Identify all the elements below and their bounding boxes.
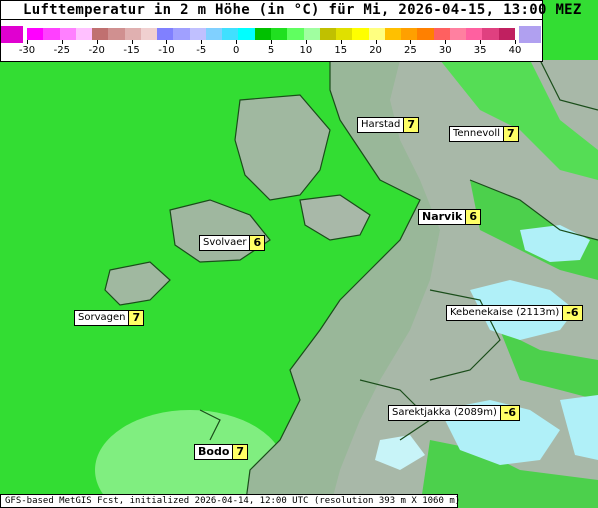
map-title: Lufttemperatur in 2 m Höhe (in °C) für M… <box>23 2 582 18</box>
scale-swatch <box>482 28 500 40</box>
scale-swatch <box>140 28 158 40</box>
station-name: Tennevoll <box>449 126 504 142</box>
station-svolvaer[interactable]: Svolvaer 6 <box>199 235 266 251</box>
scale-tick-label: -20 <box>88 45 105 56</box>
scale-swatch <box>27 28 44 40</box>
station-value: -6 <box>500 405 521 421</box>
scale-swatch <box>498 28 516 40</box>
scale-tick-label: 20 <box>369 45 382 56</box>
station-bodo[interactable]: Bodo 7 <box>194 444 249 460</box>
scale-tick-label: -5 <box>196 45 207 56</box>
scale-tick-mark <box>61 40 63 44</box>
scale-tick-mark <box>340 40 342 44</box>
station-value: 7 <box>404 117 420 133</box>
station-name: Sarektjakka (2089m) <box>388 405 501 421</box>
scale-tick-mark <box>480 40 482 44</box>
scale-swatch <box>336 28 353 40</box>
station-value: -6 <box>563 305 583 321</box>
forecast-info-bar: GFS-based MetGIS Fcst, initialized 2026-… <box>0 494 461 508</box>
scale-swatch <box>271 28 288 40</box>
station-value: 6 <box>466 209 481 225</box>
scale-tick-mark <box>410 40 412 44</box>
color-scale: -30 -25 -20 -15 -10 -5 0 5 10 15 20 25 30 35 40 <box>0 20 543 62</box>
scale-low-end <box>1 26 23 43</box>
scale-tick-mark <box>96 40 98 44</box>
scale-tick-mark <box>201 40 203 44</box>
scale-tick-label: 0 <box>232 45 240 56</box>
scale-swatch <box>433 28 451 40</box>
station-name: Kebenekaise (2113m) <box>446 305 564 321</box>
scale-tick-label: 15 <box>334 45 348 56</box>
station-narvik[interactable]: Narvik 6 <box>418 209 481 225</box>
station-value: 7 <box>233 444 249 460</box>
scale-swatch <box>222 28 239 40</box>
station-tennevoll[interactable]: Tennevoll 7 <box>449 126 519 142</box>
station-value: 7 <box>503 126 519 142</box>
scale-swatch <box>189 28 207 40</box>
scale-swatch <box>124 28 142 40</box>
scale-swatch <box>401 28 418 40</box>
scale-swatch <box>449 28 467 40</box>
station-sorvagen[interactable]: Sorvagen 7 <box>74 310 145 326</box>
scale-tick-label: 40 <box>508 45 522 56</box>
scale-swatch <box>368 28 386 40</box>
scale-tick-label: 5 <box>267 45 275 56</box>
scale-tick-label: 35 <box>473 45 487 56</box>
station-value: 6 <box>250 235 266 251</box>
scale-swatch <box>303 28 321 40</box>
scale-swatch <box>157 28 174 40</box>
scale-swatch <box>352 28 370 40</box>
scale-swatch <box>75 28 93 40</box>
scale-swatch <box>254 28 272 40</box>
scale-swatch <box>59 28 77 40</box>
scale-tick-mark <box>375 40 377 44</box>
station-name: Harstad <box>357 117 405 133</box>
scale-tick-mark <box>305 40 307 44</box>
scale-swatch <box>205 28 223 40</box>
scale-tick-label: -15 <box>123 45 140 56</box>
scale-swatch <box>238 28 256 40</box>
forecast-info: GFS-based MetGIS Fcst, initialized 2026-… <box>5 496 461 506</box>
scale-tick-label: -25 <box>53 45 71 56</box>
scale-swatch <box>287 28 305 40</box>
station-kebenekaise[interactable]: Kebenekaise (2113m) -6 <box>446 305 583 321</box>
temperature-map[interactable] <box>0 0 598 508</box>
scale-tick-mark <box>131 40 133 44</box>
scale-tick-label: 10 <box>299 45 313 56</box>
scale-swatch <box>173 28 191 40</box>
scale-tick-mark <box>27 40 28 44</box>
station-value: 7 <box>129 310 145 326</box>
scale-tick-label: 30 <box>438 45 452 56</box>
scale-swatch <box>417 28 435 40</box>
station-name: Sorvagen <box>74 310 130 326</box>
scale-high-end <box>519 26 541 43</box>
scale-swatch <box>466 28 483 40</box>
scale-swatch <box>43 28 61 40</box>
station-harstad[interactable]: Harstad 7 <box>357 117 420 133</box>
scale-tick-mark <box>236 40 238 44</box>
station-name: Narvik <box>418 209 467 225</box>
scale-swatch <box>319 28 337 40</box>
station-name: Svolvaer <box>199 235 251 251</box>
scale-tick-mark <box>515 40 516 44</box>
station-name: Bodo <box>194 444 234 460</box>
scale-swatch <box>384 28 402 40</box>
scale-tick-mark <box>445 40 447 44</box>
scale-tick-label: 25 <box>404 45 417 56</box>
scale-tick-mark <box>271 40 272 44</box>
scale-swatch <box>108 28 126 40</box>
scale-tick-mark <box>166 40 168 44</box>
scale-tick-label: -10 <box>158 45 175 56</box>
map-view: Lufttemperatur in 2 m Höhe (in °C) für M… <box>0 0 598 508</box>
scale-tick-label: -30 <box>18 45 36 56</box>
title-bar: Lufttemperatur in 2 m Höhe (in °C) für M… <box>0 0 581 20</box>
station-sarektjakka[interactable]: Sarektjakka (2089m) -6 <box>388 405 521 421</box>
scale-swatch <box>92 28 109 40</box>
